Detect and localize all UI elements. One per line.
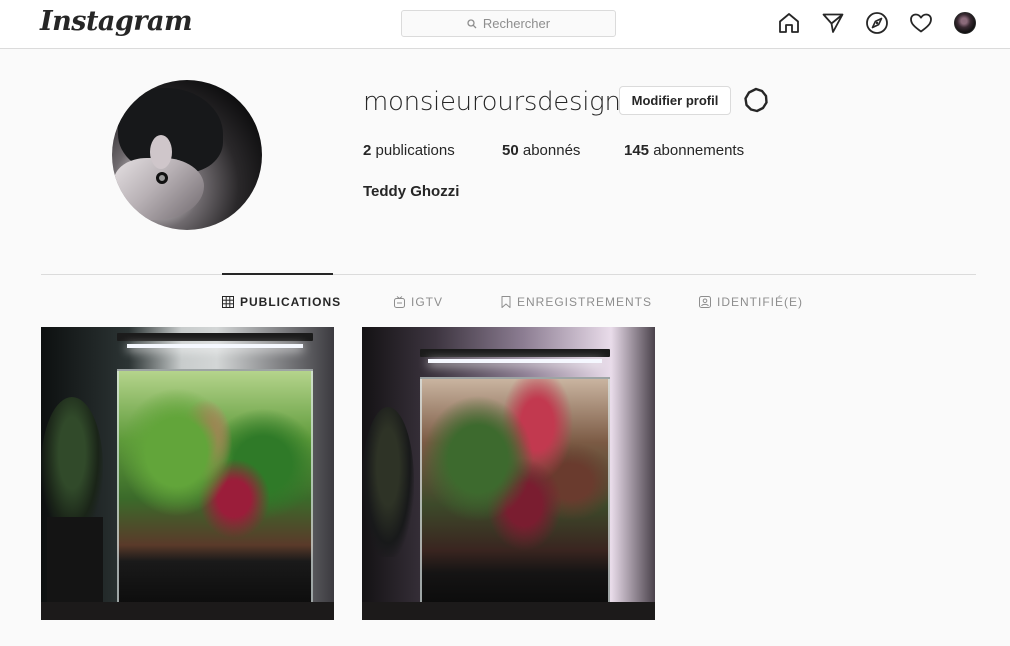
tab-tagged[interactable]: IDENTIFIÉ(E) [699, 294, 803, 310]
grid-icon [222, 296, 234, 308]
search-input[interactable]: Rechercher [401, 10, 616, 37]
tab-igtv[interactable]: IGTV [394, 294, 443, 310]
igtv-icon [394, 296, 405, 308]
profile-full-name: Teddy Ghozzi [363, 183, 460, 200]
followers-link[interactable]: 50 abonnés [502, 142, 580, 159]
active-tab-indicator [222, 273, 333, 275]
search-icon [467, 18, 477, 28]
home-icon[interactable] [777, 11, 801, 35]
profile-avatar-button[interactable] [954, 12, 976, 34]
post-thumbnail[interactable] [41, 327, 334, 620]
instagram-logo[interactable]: Instagram [40, 6, 193, 37]
tagged-icon [699, 296, 711, 308]
nav-icons [777, 11, 977, 37]
profile-username: monsieuroursdesign [363, 87, 621, 117]
top-navigation-bar: Instagram Rechercher [0, 0, 1010, 49]
edit-profile-button[interactable]: Modifier profil [619, 86, 731, 115]
profile-picture[interactable] [112, 80, 262, 230]
bookmark-icon [501, 296, 511, 308]
post-thumbnail[interactable] [362, 327, 655, 620]
settings-gear-icon[interactable] [743, 87, 769, 113]
posts-count: 2 publications [363, 142, 455, 159]
tabs-divider [41, 274, 976, 275]
following-link[interactable]: 145 abonnements [624, 142, 744, 159]
explore-icon[interactable] [865, 11, 889, 35]
direct-icon[interactable] [821, 11, 845, 35]
search-placeholder: Rechercher [482, 16, 551, 31]
activity-heart-icon[interactable] [909, 11, 933, 35]
tab-saved[interactable]: ENREGISTREMENTS [501, 294, 652, 310]
tab-publications[interactable]: PUBLICATIONS [222, 294, 341, 310]
